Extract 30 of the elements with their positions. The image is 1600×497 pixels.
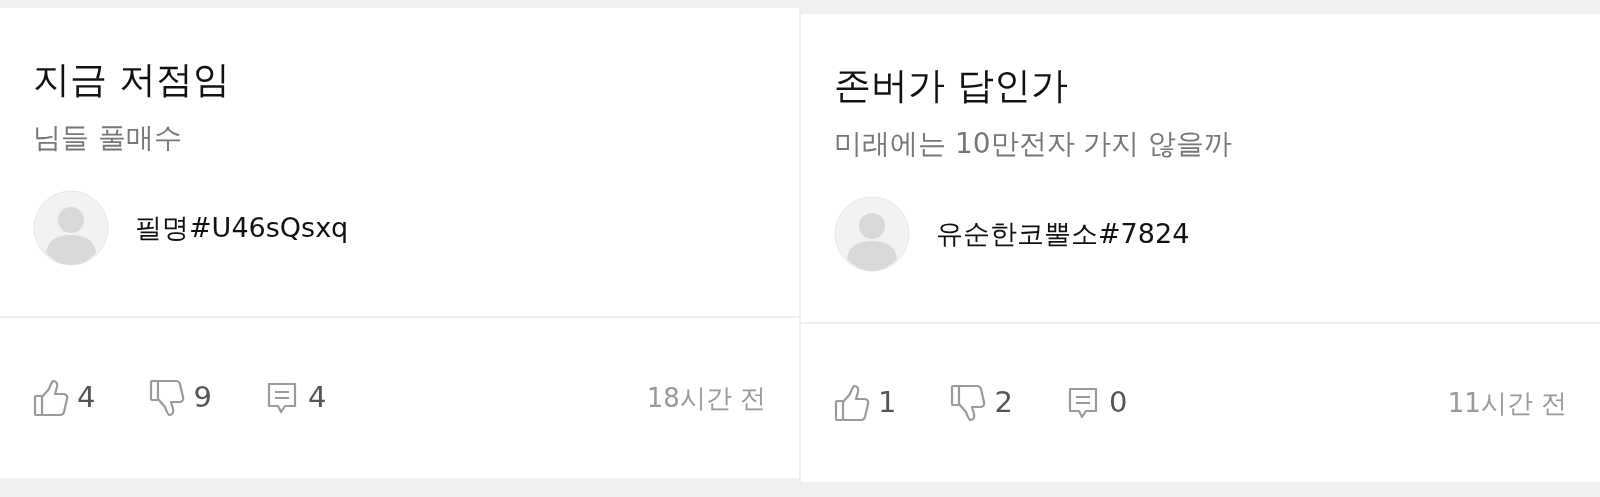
post-title: 존버가 답인가 [834, 63, 1069, 109]
avatar-icon [33, 190, 109, 266]
thumbs-up-icon [834, 384, 870, 422]
comment-count: 4 [307, 379, 327, 417]
author-name[interactable]: 필명#U46sQsxq [135, 207, 349, 249]
comment-icon [1066, 386, 1099, 420]
post-title: 지금 저점임 [33, 57, 231, 103]
post-body: 미래에는 10만전자 가지 않을까 [834, 126, 1234, 162]
dislike-count: 9 [193, 379, 212, 417]
thumbs-down-icon [950, 384, 987, 422]
like-button[interactable]: 1 [834, 381, 897, 425]
dislike-count: 2 [994, 384, 1013, 422]
post-card[interactable]: 존버가 답인가 미래에는 10만전자 가지 않을까 유순한코뿔소#7824 1 2 0 11시간 전 [801, 14, 1600, 482]
thumbs-down-icon [149, 379, 186, 417]
comment-count: 0 [1108, 384, 1128, 422]
dislike-button[interactable]: 9 [149, 376, 212, 420]
like-count: 1 [878, 384, 897, 422]
comment-icon [265, 381, 298, 415]
post-time: 11시간 전 [1447, 386, 1567, 420]
thumbs-up-icon [33, 379, 69, 417]
author-name[interactable]: 유순한코뿔소#7824 [936, 213, 1190, 255]
post-card[interactable]: 지금 저점임 님들 풀매수 필명#U46sQsxq 4 9 4 18시간 전 [0, 8, 799, 478]
like-button[interactable]: 4 [33, 376, 96, 420]
like-count: 4 [77, 379, 96, 417]
post-body: 님들 풀매수 [33, 120, 183, 156]
comment-button[interactable]: 4 [265, 376, 327, 420]
avatar-icon [834, 196, 910, 272]
comment-button[interactable]: 0 [1066, 381, 1128, 425]
post-time: 18시간 전 [646, 381, 766, 415]
dislike-button[interactable]: 2 [950, 381, 1013, 425]
